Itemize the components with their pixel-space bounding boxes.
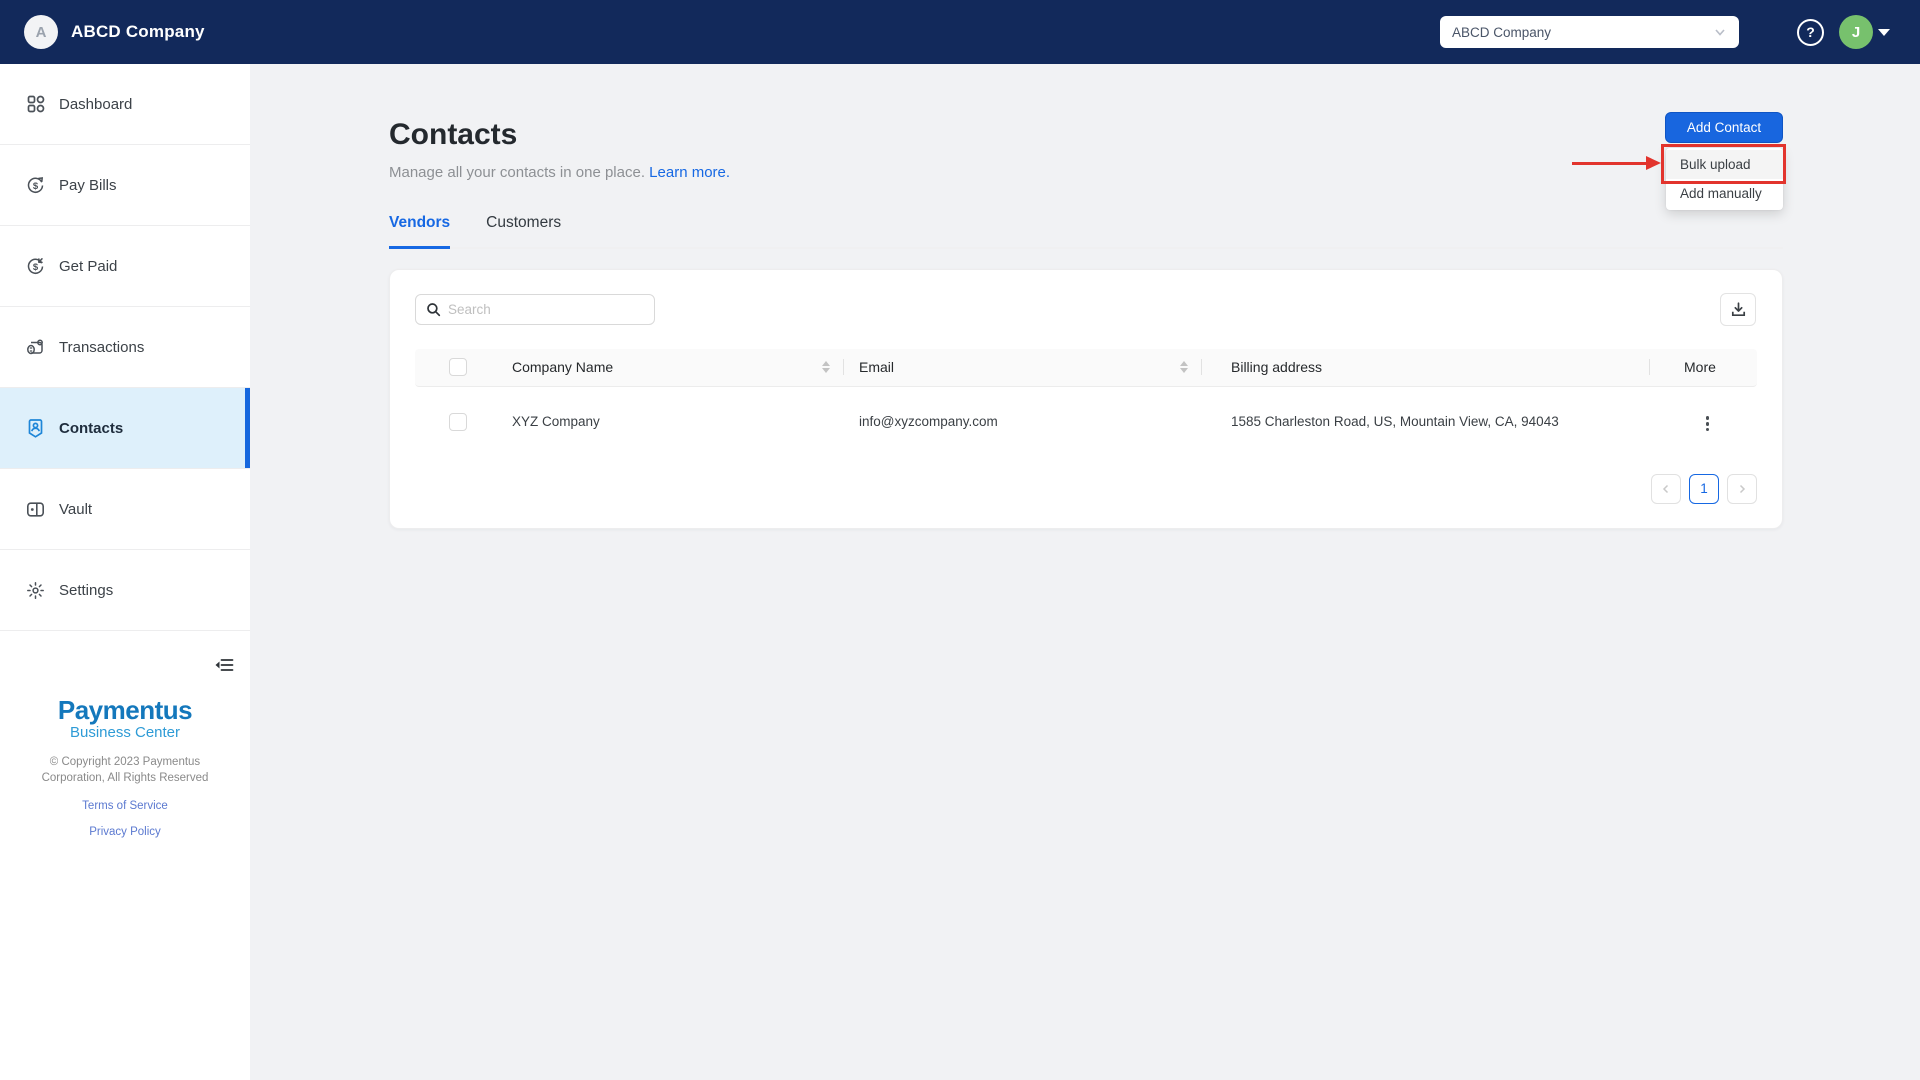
row-checkbox[interactable] — [449, 412, 467, 431]
tab-customers[interactable]: Customers — [486, 214, 561, 247]
sidebar-item-pay-bills[interactable]: $ Pay Bills — [0, 145, 250, 226]
search-box — [415, 293, 655, 325]
brand-title: ABCD Company — [71, 22, 205, 41]
pay-bills-icon: $ — [25, 175, 46, 196]
contacts-icon — [25, 418, 46, 439]
table-header-row: Company Name Email Billing address More — [415, 348, 1757, 387]
sidebar-item-contacts[interactable]: Contacts — [0, 388, 250, 469]
table-row: XYZ Company info@xyzcompany.com 1585 Cha… — [415, 387, 1757, 457]
help-icon[interactable]: ? — [1797, 18, 1824, 46]
sidebar-label: Contacts — [59, 419, 124, 437]
copyright-text: © Copyright 2023 Paymentus Corporation, … — [41, 756, 209, 784]
pagination-page-1[interactable]: 1 — [1689, 473, 1719, 504]
download-button[interactable] — [1720, 292, 1756, 326]
sort-icon[interactable] — [1180, 361, 1188, 373]
sidebar-item-get-paid[interactable]: $ Get Paid — [0, 226, 250, 307]
add-contact-dropdown: Bulk upload Add manually — [1666, 148, 1783, 210]
sidebar-item-dashboard[interactable]: Dashboard — [0, 64, 250, 145]
brand-avatar: A — [24, 15, 58, 49]
sidebar-label: Get Paid — [59, 257, 118, 275]
sidebar-footer: Paymentus Business Center © Copyright 20… — [0, 697, 250, 838]
page-subtitle: Manage all your contacts in one place. L… — [389, 164, 731, 181]
menu-item-bulk-upload[interactable]: Bulk upload — [1666, 150, 1783, 179]
sidebar-label: Dashboard — [59, 95, 133, 113]
download-icon — [1731, 301, 1745, 316]
select-all-checkbox[interactable] — [449, 358, 467, 376]
cell-email: info@xyzcompany.com — [859, 414, 998, 429]
column-header-email: Email — [859, 359, 895, 375]
learn-more-link[interactable]: Learn more. — [649, 164, 730, 181]
svg-text:$: $ — [33, 181, 39, 192]
navbar-right: ABCD Company ? J — [1440, 0, 1890, 64]
contacts-table-card: Company Name Email Billing address More — [389, 268, 1783, 529]
sidebar-item-transactions[interactable]: Transactions — [0, 307, 250, 388]
sidebar-label: Settings — [59, 581, 114, 599]
search-icon — [426, 302, 441, 317]
user-menu-caret-icon[interactable] — [1878, 28, 1890, 36]
column-header-company-name: Company Name — [512, 359, 614, 375]
settings-icon — [25, 580, 46, 601]
sidebar-label: Pay Bills — [59, 176, 117, 194]
sidebar-label: Vault — [59, 500, 93, 518]
user-avatar[interactable]: J — [1839, 15, 1873, 49]
svg-text:$: $ — [33, 262, 39, 273]
tab-vendors[interactable]: Vendors — [389, 214, 451, 249]
sidebar-item-vault[interactable]: Vault — [0, 469, 250, 550]
main-content: Contacts Manage all your contacts in one… — [389, 64, 1786, 529]
company-select-value: ABCD Company — [1452, 24, 1552, 40]
add-contact-button[interactable]: Add Contact — [1665, 112, 1783, 143]
menu-item-add-manually[interactable]: Add manually — [1666, 179, 1783, 208]
contacts-table: Company Name Email Billing address More — [415, 348, 1757, 457]
column-header-more: More — [1684, 359, 1716, 375]
chevron-down-icon — [1715, 29, 1725, 36]
cell-billing-address: 1585 Charleston Road, US, Mountain View,… — [1231, 414, 1559, 429]
terms-of-service-link[interactable]: Terms of Service — [0, 800, 250, 812]
tab-bar: Vendors Customers — [389, 214, 1783, 249]
sidebar: Dashboard $ Pay Bills $ Get Paid Transac… — [0, 64, 250, 1080]
get-paid-icon: $ — [25, 256, 46, 277]
paymentus-logo: Paymentus — [57, 695, 193, 725]
business-center-label: Business Center — [69, 724, 181, 741]
page-title: Contacts — [389, 118, 518, 151]
top-navbar: A ABCD Company ABCD Company ? J — [0, 0, 1920, 64]
pagination-prev-button[interactable] — [1651, 473, 1681, 504]
chevron-left-icon — [1662, 484, 1669, 493]
cell-company-name: XYZ Company — [512, 414, 600, 429]
transactions-icon — [25, 337, 46, 358]
pagination: 1 — [1651, 473, 1757, 504]
privacy-policy-link[interactable]: Privacy Policy — [0, 826, 250, 838]
row-more-kebab-icon[interactable] — [1702, 412, 1713, 435]
search-input[interactable] — [448, 301, 654, 317]
company-select[interactable]: ABCD Company — [1440, 16, 1739, 48]
sort-icon[interactable] — [822, 361, 830, 373]
sidebar-item-settings[interactable]: Settings — [0, 550, 250, 631]
vault-icon — [25, 499, 46, 520]
sidebar-label: Transactions — [59, 338, 145, 356]
dashboard-icon — [25, 94, 46, 115]
brand: A ABCD Company — [24, 15, 205, 49]
column-header-billing-address: Billing address — [1231, 359, 1323, 375]
chevron-right-icon — [1739, 484, 1746, 493]
sidebar-collapse-icon[interactable] — [213, 654, 235, 676]
pagination-next-button[interactable] — [1727, 473, 1757, 504]
